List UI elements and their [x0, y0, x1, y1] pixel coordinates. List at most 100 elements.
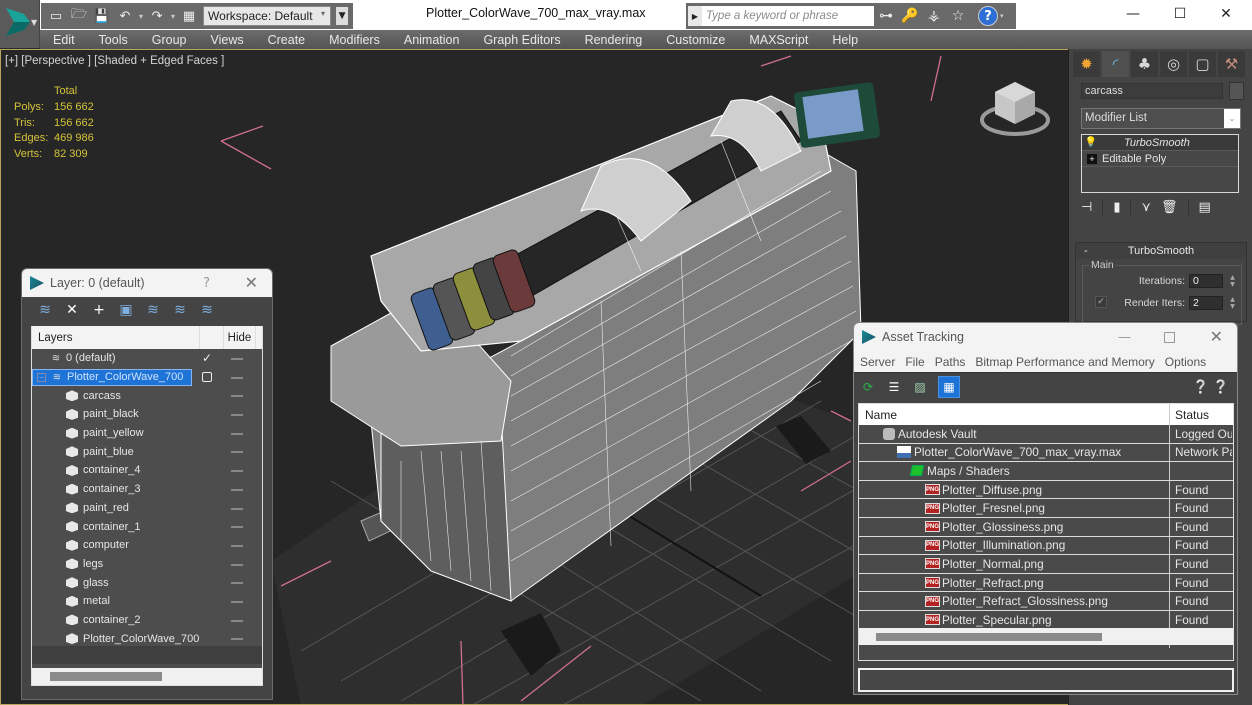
object-color-swatch[interactable]	[1229, 82, 1244, 100]
object-row[interactable]: paint_black	[32, 405, 262, 424]
scrollbar-thumb[interactable]	[50, 672, 162, 681]
row-name-cell[interactable]: computer	[32, 539, 129, 551]
maximize-button[interactable]: ☐	[1157, 0, 1203, 28]
asset-row[interactable]: Plotter_ColorWave_700_max_vray.max Networ…	[859, 443, 1233, 463]
key-icon[interactable]: 🔑	[898, 6, 922, 26]
lightbulb-icon[interactable]: 💡	[1082, 137, 1100, 148]
menu-create[interactable]: Create	[268, 33, 306, 47]
undo-icon[interactable]: ↶	[116, 7, 134, 25]
row-name-cell[interactable]: paint_blue	[32, 446, 134, 458]
hide-toggle[interactable]	[231, 563, 243, 566]
delete-layer-icon[interactable]: ✕	[63, 301, 81, 319]
object-name-field[interactable]: carcass	[1081, 83, 1223, 99]
row-name-cell[interactable]: ≋ 0 (default)	[32, 352, 116, 364]
menu-server[interactable]: Server	[860, 355, 895, 369]
create-layer-icon[interactable]: ≋	[36, 301, 54, 319]
help-icon[interactable]: ?	[978, 6, 998, 26]
context-help-icon[interactable]: ❔	[1213, 380, 1229, 395]
asset-row[interactable]: Autodesk Vault Logged Out	[859, 425, 1233, 444]
hide-toggle[interactable]	[231, 358, 243, 360]
hide-all-layers-icon[interactable]: ≋	[171, 301, 189, 319]
rollout-header[interactable]: - TurboSmooth	[1076, 243, 1246, 259]
object-row[interactable]: paint_yellow	[32, 424, 262, 443]
row-name-cell[interactable]: paint_red	[32, 502, 129, 514]
redo-icon[interactable]: ↷	[148, 7, 166, 25]
asset-row[interactable]: PNG Plotter_Refract_Glossiness.png Found	[859, 592, 1233, 611]
row-name-cell[interactable]: paint_yellow	[32, 427, 144, 439]
pin-stack-icon[interactable]: ⊣	[1081, 200, 1092, 215]
stack-item-turbosmooth[interactable]: 💡 TurboSmooth	[1082, 135, 1238, 151]
minimize-button[interactable]: —	[1110, 0, 1156, 28]
collapse-icon[interactable]: -	[1084, 243, 1088, 259]
object-row[interactable]: container_2	[32, 611, 262, 630]
menu-graph-editors[interactable]: Graph Editors	[483, 33, 560, 47]
layer-dialog-titlebar[interactable]: Layer: 0 (default) ? ✕	[22, 269, 272, 297]
hide-toggle[interactable]	[231, 638, 243, 641]
object-row[interactable]: container_3	[32, 480, 262, 499]
column-status[interactable]: Status	[1170, 408, 1209, 422]
add-to-layer-icon[interactable]: +	[90, 301, 108, 319]
asset-row[interactable]: Maps / Shaders	[859, 462, 1233, 481]
column-layers[interactable]: Layers	[32, 326, 200, 349]
open-folder-icon[interactable]: 🗁	[70, 7, 88, 25]
menu-help[interactable]: Help	[832, 33, 858, 47]
remove-modifier-icon[interactable]: 🗑	[1161, 200, 1178, 215]
object-row[interactable]: carcass	[32, 386, 262, 405]
menu-animation[interactable]: Animation	[404, 33, 460, 47]
row-name-cell[interactable]: legs	[32, 558, 103, 570]
display-tab-icon[interactable]: ▢	[1189, 51, 1216, 77]
hide-toggle[interactable]	[231, 488, 243, 491]
star-icon[interactable]: ☆	[946, 6, 970, 26]
minimize-button[interactable]: —	[1118, 330, 1131, 345]
render-iters-input[interactable]: 2	[1189, 296, 1223, 310]
help-icon[interactable]: ❔	[1193, 380, 1209, 395]
object-row[interactable]: paint_blue	[32, 442, 262, 461]
undo-dropdown-icon[interactable]: ▾	[139, 12, 143, 21]
row-name-cell[interactable]: carcass	[32, 390, 121, 402]
redo-dropdown-icon[interactable]: ▾	[171, 12, 175, 21]
scrollbar-thumb[interactable]	[876, 633, 1102, 641]
workspace-dropdown[interactable]: Workspace: Default ▾	[203, 6, 332, 26]
search-input[interactable]	[702, 6, 874, 26]
menu-maxscript[interactable]: MAXScript	[749, 33, 808, 47]
row-name-cell[interactable]: Plotter_ColorWave_700	[32, 633, 199, 645]
project-icon[interactable]: ▦	[180, 7, 198, 25]
collapse-icon[interactable]: −	[37, 372, 46, 382]
iterations-spinner[interactable]: ▲ ▼	[1228, 274, 1237, 288]
menu-bitmap-performance[interactable]: Bitmap Performance and Memory	[975, 355, 1154, 369]
object-row[interactable]: container_1	[32, 517, 262, 536]
maximize-button[interactable]	[1164, 331, 1175, 343]
close-button[interactable]: ✕	[245, 273, 258, 292]
hide-toggle[interactable]	[231, 432, 243, 435]
iterations-input[interactable]: 0	[1189, 274, 1223, 288]
hide-toggle[interactable]	[231, 507, 243, 510]
menu-tools[interactable]: Tools	[99, 33, 128, 47]
help-button[interactable]: ?	[203, 276, 210, 291]
refresh-icon[interactable]: ⟳	[860, 379, 876, 395]
hierarchy-tab-icon[interactable]: ♣	[1131, 51, 1158, 77]
menu-edit[interactable]: Edit	[53, 33, 75, 47]
object-row[interactable]: metal	[32, 592, 262, 611]
current-layer-check-icon[interactable]: ✓	[202, 351, 212, 365]
asset-row[interactable]: PNG Plotter_Fresnel.png Found	[859, 499, 1233, 518]
horizontal-scrollbar[interactable]	[859, 628, 1233, 645]
render-iters-spinner[interactable]: ▲ ▼	[1228, 296, 1237, 310]
row-name-cell[interactable]: container_2	[32, 614, 141, 626]
asset-row[interactable]: PNG Plotter_Normal.png Found	[859, 555, 1233, 574]
utilities-tab-icon[interactable]: ⚒	[1218, 51, 1245, 77]
menu-modifiers[interactable]: Modifiers	[329, 33, 380, 47]
layer-row[interactable]: ≋ 0 (default) ✓	[32, 349, 262, 368]
asset-dialog-titlebar[interactable]: Asset Tracking — ✕	[854, 323, 1237, 351]
satellite-icon[interactable]: ⚶	[922, 6, 946, 26]
menu-rendering[interactable]: Rendering	[585, 33, 643, 47]
horizontal-scrollbar[interactable]	[32, 668, 262, 685]
list-icon[interactable]: ☰	[886, 379, 902, 395]
asset-row[interactable]: PNG Plotter_Specular.png Found	[859, 610, 1233, 630]
hide-toggle[interactable]	[231, 470, 243, 473]
modifier-list-dropdown[interactable]: Modifier List ⌄	[1081, 108, 1241, 129]
create-tab-icon[interactable]: ✹	[1073, 51, 1100, 77]
object-row[interactable]: container_4	[32, 461, 262, 480]
hide-toggle[interactable]	[231, 526, 243, 529]
column-current[interactable]	[200, 326, 224, 349]
select-layer-icon[interactable]: ≋	[144, 301, 162, 319]
